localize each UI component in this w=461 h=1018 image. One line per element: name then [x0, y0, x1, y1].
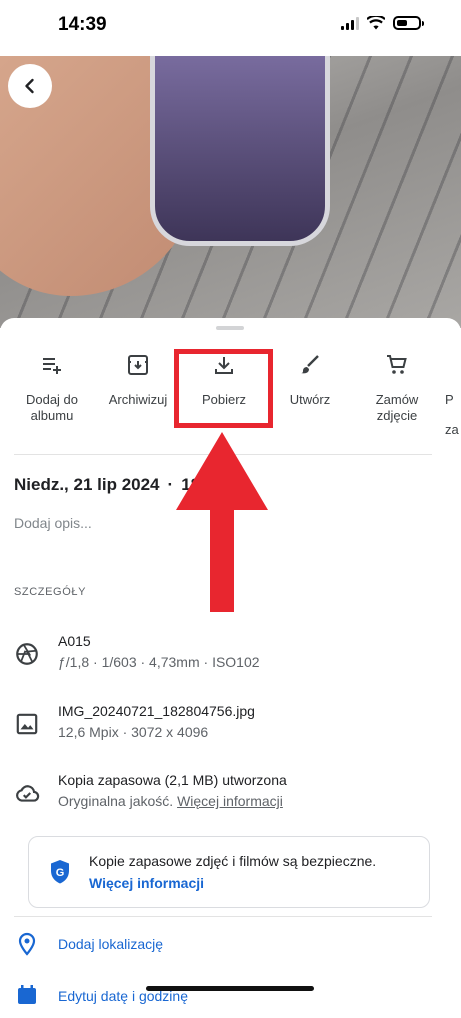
backup-quality: Oryginalna jakość. Więcej informacji: [58, 793, 283, 809]
cloud-done-icon: [16, 785, 40, 802]
details-section-title: SZCZEGÓŁY: [14, 586, 87, 598]
add-to-album-button[interactable]: Dodaj do albumu: [12, 352, 92, 424]
camera-specs: ƒ/1,8 · 1/603 · 4,73mm · ISO102: [58, 654, 260, 670]
image-icon: [16, 713, 38, 735]
backup-quality-text: Oryginalna jakość.: [58, 793, 174, 809]
status-bar: 14:39: [0, 0, 461, 56]
order-photo-label: Zamów zdjęcie: [375, 392, 419, 423]
aperture-icon: [16, 643, 38, 665]
backup-more-info-link[interactable]: Więcej informacji: [177, 793, 283, 809]
svg-text:G: G: [56, 867, 65, 879]
add-to-album-label: Dodaj do albumu: [25, 392, 79, 423]
file-info-row: IMG_20240721_182804756.jpg 12,6 Mpix · 3…: [14, 703, 434, 747]
description-input[interactable]: Dodaj opis...: [14, 515, 92, 531]
backup-title: Kopia zapasowa (2,1 MB) utworzona: [58, 772, 287, 788]
playlist-add-icon: [43, 358, 61, 374]
arrow-back-icon: [25, 78, 34, 94]
date-text: Niedz., 21 lip 2024: [14, 475, 160, 494]
location-pin-icon: [18, 932, 36, 956]
order-photo-button[interactable]: Zamów zdjęcie: [357, 352, 437, 424]
archive-label: Archiwizuj: [108, 392, 168, 407]
file-name: IMG_20240721_182804756.jpg: [58, 703, 255, 719]
status-icons: [341, 16, 424, 30]
status-time: 14:39: [58, 14, 107, 35]
sheet-drag-handle[interactable]: [216, 326, 244, 330]
backup-safety-card: G Kopie zapasowe zdjęć i filmów są bezpi…: [28, 836, 430, 908]
google-shield-icon: G: [51, 860, 69, 884]
divider-2: [14, 916, 432, 917]
more-action-partial[interactable]: P za: [445, 352, 461, 438]
create-button[interactable]: Utwórz: [270, 352, 350, 408]
brush-icon: [301, 355, 319, 374]
wifi-icon: [367, 16, 385, 30]
safety-card-text: Kopie zapasowe zdjęć i filmów są bezpiec…: [89, 853, 377, 869]
photo-date: Niedz., 21 lip 2024 · 18: [14, 475, 201, 494]
photo-preview[interactable]: [0, 56, 461, 328]
battery-icon: [393, 16, 424, 30]
file-specs: 12,6 Mpix · 3072 x 4096: [58, 724, 209, 740]
more-action-label: P: [445, 392, 454, 407]
archive-button[interactable]: Archiwizuj: [98, 352, 178, 408]
photo-phone-case: [150, 56, 330, 246]
back-button[interactable]: [8, 64, 52, 108]
backup-info-row: Kopia zapasowa (2,1 MB) utworzona Orygin…: [14, 772, 434, 816]
add-location-button[interactable]: Dodaj lokalizację: [14, 932, 314, 958]
annotation-highlight-box: [174, 349, 273, 428]
add-location-label: Dodaj lokalizację: [58, 936, 164, 952]
cart-icon: [387, 355, 407, 374]
signal-icon: [341, 16, 359, 30]
more-action-label-2: za: [445, 422, 459, 437]
archive-icon: [128, 355, 148, 375]
calendar-icon: [18, 985, 36, 1004]
camera-info-row: A015 ƒ/1,8 · 1/603 · 4,73mm · ISO102: [14, 633, 434, 677]
create-label: Utwórz: [289, 392, 331, 407]
home-indicator: [146, 986, 314, 991]
camera-model: A015: [58, 633, 91, 649]
safety-card-link[interactable]: Więcej informacji: [89, 875, 204, 891]
annotation-arrow-icon: [176, 432, 268, 612]
